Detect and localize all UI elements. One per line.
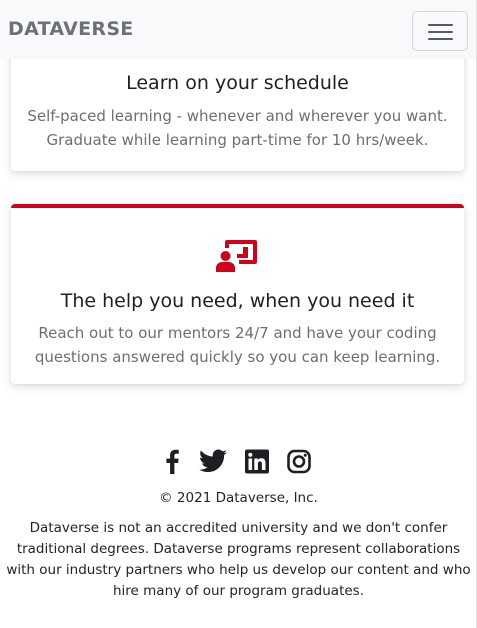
teacher-chalkboard-icon <box>216 240 257 272</box>
instagram-icon[interactable] <box>287 449 311 474</box>
page: DATAVERSE Learn on your schedule Self-pa… <box>0 0 477 628</box>
feature-card-help: The help you need, when you need it Reac… <box>11 204 464 384</box>
copyright-text: © 2021 Dataverse, Inc. <box>159 490 318 506</box>
hamburger-menu-icon-bar <box>428 31 453 33</box>
disclaimer-text: Dataverse is not an accredited universit… <box>6 520 471 599</box>
navbar-toggle-button[interactable] <box>412 11 468 51</box>
feature-card-schedule: Learn on your schedule Self-paced learni… <box>11 40 464 171</box>
navbar: DATAVERSE <box>0 0 476 59</box>
card-text: Self-paced learning - whenever and where… <box>27 107 448 149</box>
card-title: Learn on your schedule <box>126 72 349 94</box>
hamburger-menu-icon <box>428 24 453 26</box>
social-links <box>0 449 476 475</box>
facebook-icon[interactable] <box>164 449 180 474</box>
card-title: The help you need, when you need it <box>60 290 415 312</box>
twitter-icon[interactable] <box>199 449 227 474</box>
linkedin-icon[interactable] <box>245 449 269 474</box>
card-text: Reach out to our mentors 24/7 and have y… <box>34 324 441 366</box>
brand-logo[interactable]: DATAVERSE <box>8 18 134 40</box>
hamburger-menu-icon-bar <box>428 38 453 40</box>
